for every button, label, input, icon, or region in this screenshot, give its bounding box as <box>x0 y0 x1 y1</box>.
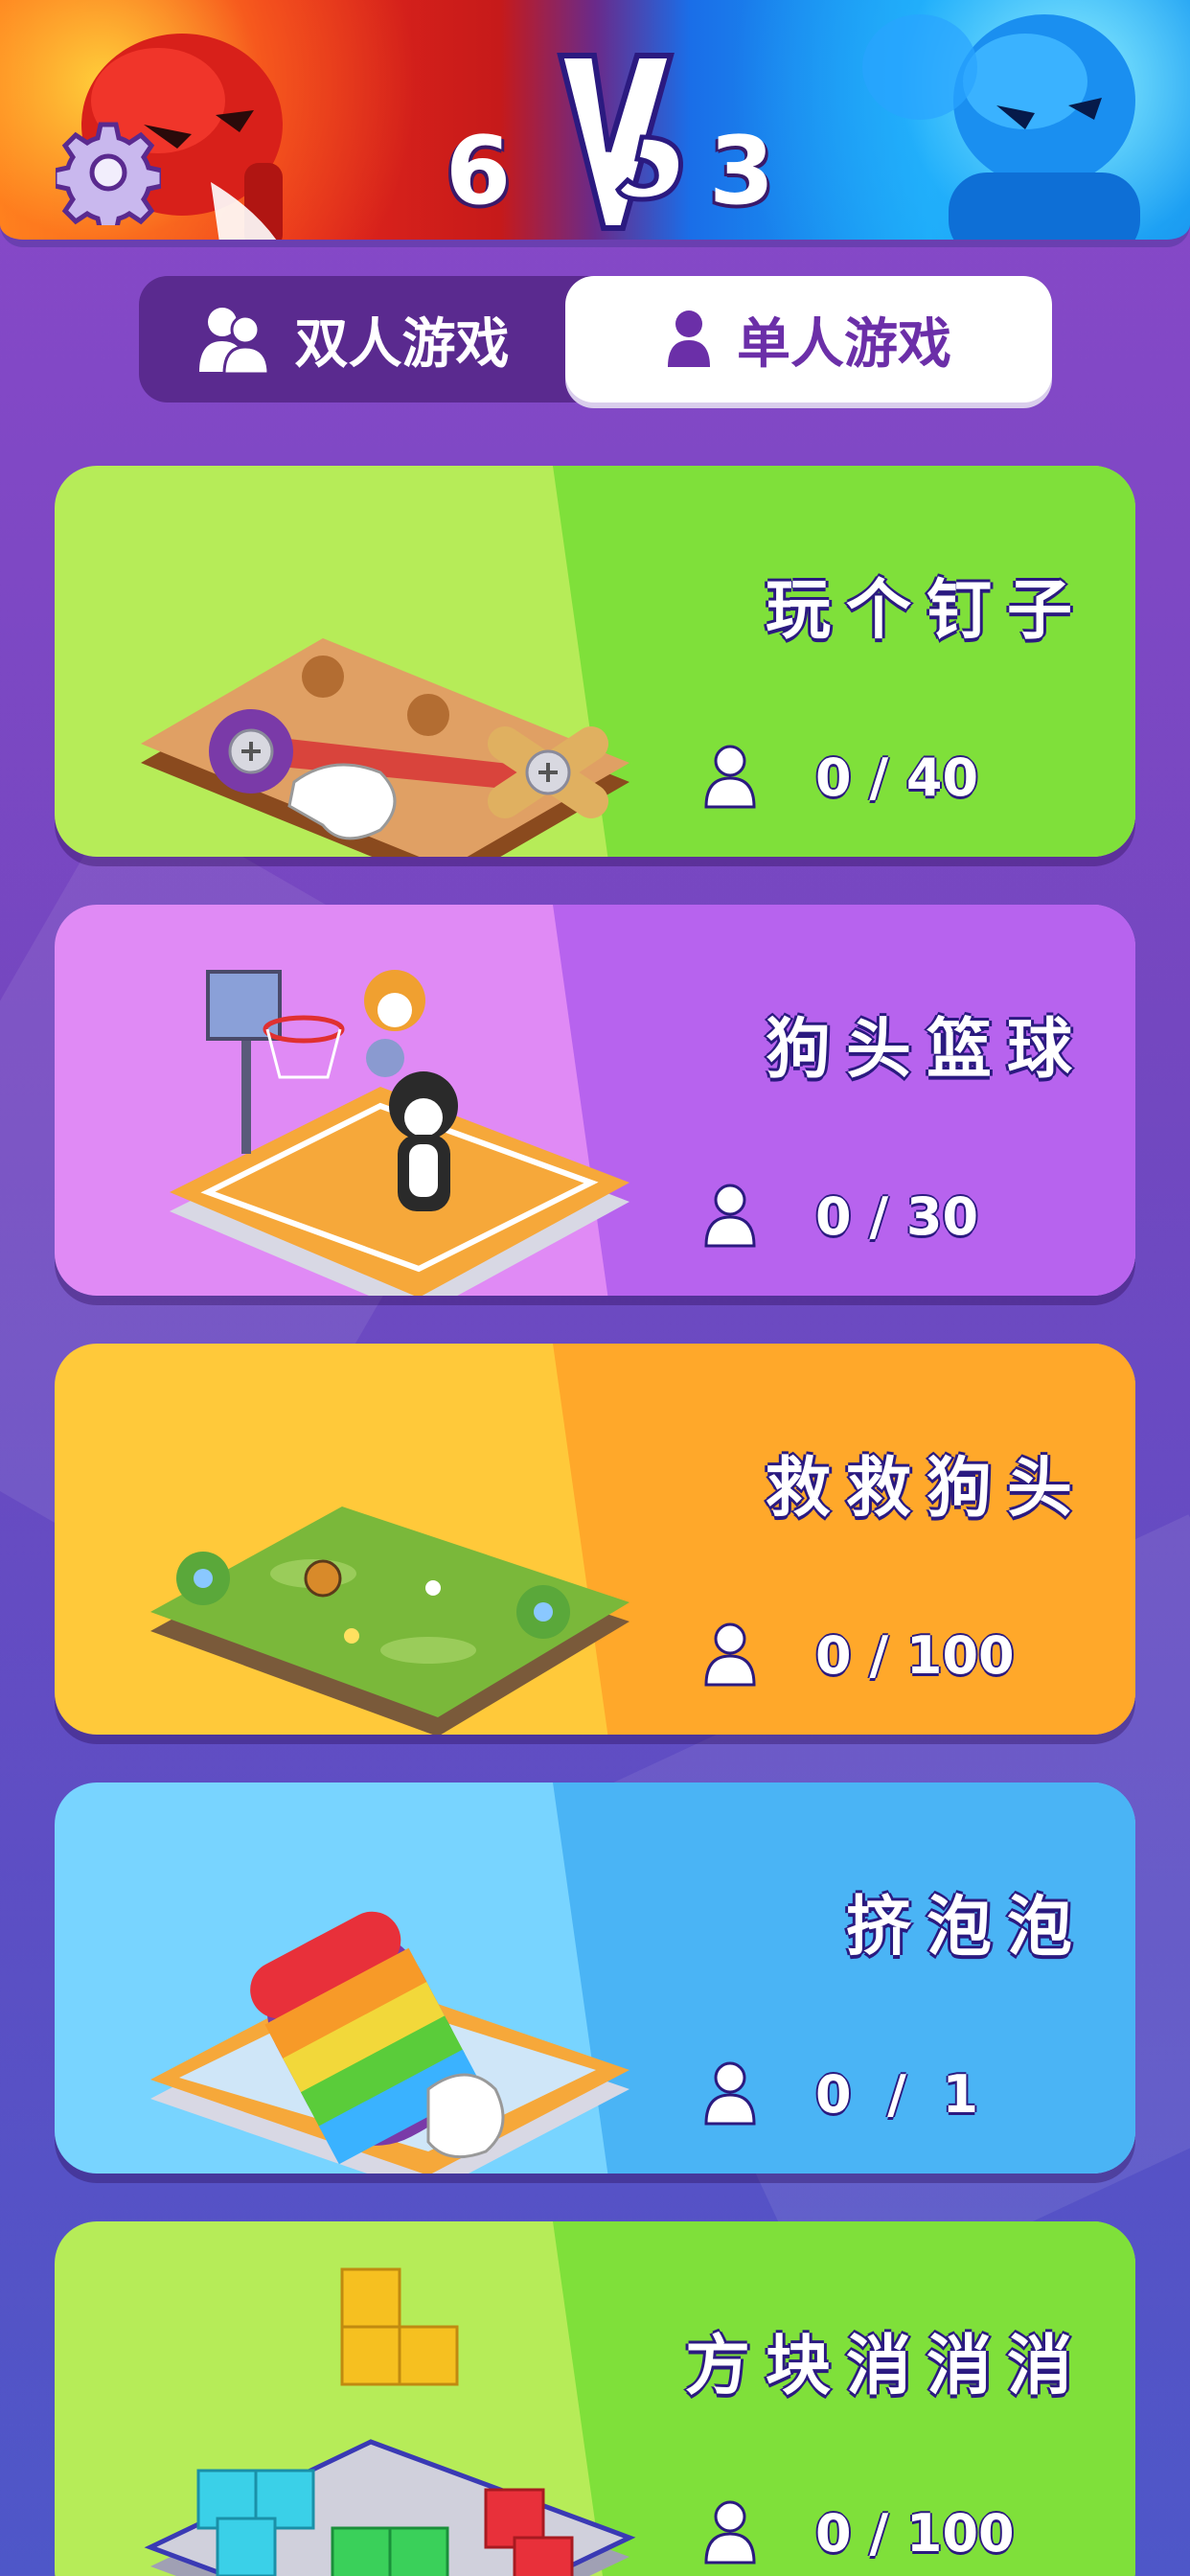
versus-logo-icon <box>557 53 683 231</box>
player-icon <box>704 2500 756 2564</box>
blue-character-icon <box>862 14 1140 240</box>
player-icon <box>704 1622 756 1687</box>
progress-count: 0 / 100 <box>815 2502 1015 2564</box>
game-progress: 0 / 100 <box>702 1617 1015 1693</box>
game-progress: 0 / 40 <box>702 739 978 816</box>
two-players-icon <box>198 308 270 374</box>
player-icon <box>704 745 756 809</box>
blue-team-score: 3 <box>709 117 775 226</box>
red-team-score: 6 <box>446 117 512 226</box>
versus-header: 6 3 <box>0 0 1190 247</box>
game-title: 狗头篮球 <box>765 1012 1087 1088</box>
block-puzzle-icon <box>144 2267 636 2576</box>
progress-count: 0 / 1 <box>815 2063 979 2125</box>
basketball-court-dogs-icon <box>170 970 629 1296</box>
settings-gear-icon[interactable] <box>56 120 161 225</box>
player-icon <box>704 1184 756 1248</box>
single-player-icon <box>668 310 710 367</box>
tab-two-player[interactable]: 双人游戏 <box>139 276 565 402</box>
game-title: 救救狗头 <box>765 1451 1087 1527</box>
game-progress: 0 / 30 <box>702 1178 978 1254</box>
tab-two-player-label: 双人游戏 <box>294 312 510 376</box>
progress-count: 0 / 100 <box>815 1624 1015 1686</box>
game-mode-tabs: 双人游戏 单人游戏 <box>139 276 1052 402</box>
grass-field-icon <box>150 1506 629 1735</box>
game-card-dog-basketball[interactable]: 狗头篮球 0 / 30 <box>55 905 1135 1296</box>
game-card-screw[interactable]: 玩个钉子 0 / 40 <box>55 466 1135 857</box>
game-title: 方块消消消 <box>684 2329 1087 2404</box>
game-title: 挤泡泡 <box>845 1890 1087 1966</box>
tab-single-player[interactable]: 单人游戏 <box>565 276 1052 402</box>
tab-single-player-label: 单人游戏 <box>737 312 951 376</box>
game-card-pop-bubbles[interactable]: 挤泡泡 0 / 1 <box>55 1782 1135 2174</box>
progress-count: 0 / 40 <box>815 747 979 808</box>
pop-it-toy-icon <box>150 1911 629 2174</box>
game-title: 玩个钉子 <box>765 573 1087 649</box>
game-card-save-dog[interactable]: 救救狗头 0 / 100 <box>55 1344 1135 1735</box>
progress-count: 0 / 30 <box>815 1185 979 1247</box>
game-progress: 0 / 1 <box>702 2056 978 2132</box>
game-progress: 0 / 100 <box>702 2495 1015 2571</box>
game-card-block-puzzle[interactable]: 方块消消消 0 / 100 <box>55 2221 1135 2576</box>
player-icon <box>704 2061 756 2126</box>
wooden-board-screw-icon <box>141 638 629 857</box>
